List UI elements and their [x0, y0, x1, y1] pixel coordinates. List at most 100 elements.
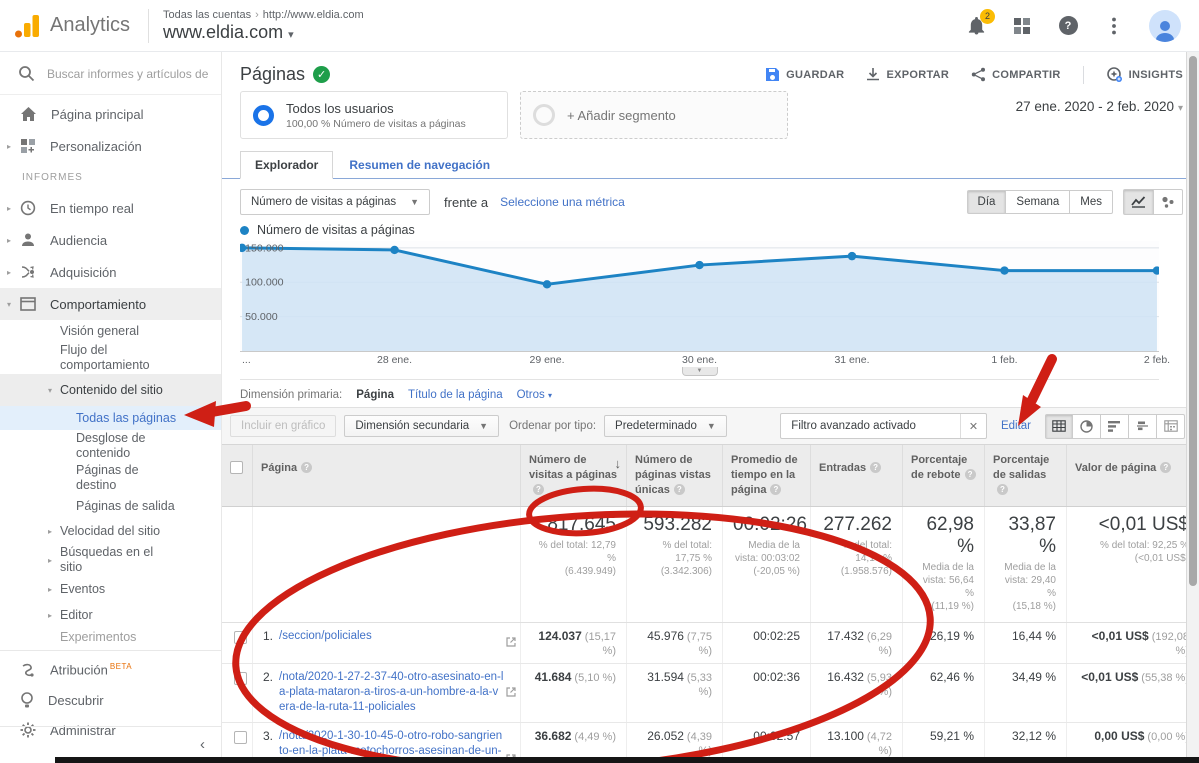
sidebar-item-personalizacion[interactable]: ▸ Personalización	[0, 130, 221, 162]
sidebar-item-todas-las-paginas[interactable]: Todas las páginas	[0, 406, 221, 430]
comparison-view-button[interactable]	[1129, 414, 1157, 439]
topbar-divider	[148, 9, 149, 43]
select-metric-link[interactable]: Seleccione una métrica	[500, 195, 625, 209]
dimension-otros[interactable]: Otros ▾	[517, 389, 552, 401]
behavior-window-icon	[20, 297, 36, 311]
clear-filter-button[interactable]: ✕	[960, 414, 986, 438]
column-avg-time[interactable]: Promedio de tiempo en la página?	[722, 445, 810, 506]
sidebar-item-desglose[interactable]: Desglose de contenido	[0, 430, 221, 462]
pie-chart-icon	[1080, 420, 1093, 433]
sidebar-search[interactable]: Buscar informes y artículos de	[0, 52, 221, 95]
column-page-value[interactable]: Valor de página?	[1066, 445, 1199, 506]
header-checkbox[interactable]	[230, 461, 243, 474]
column-entries[interactable]: Entradas?	[810, 445, 902, 506]
metric-dropdown[interactable]: Número de visitas a páginas▼	[240, 189, 430, 215]
add-segment-button[interactable]: + Añadir segmento	[520, 91, 788, 139]
help-tooltip-icon[interactable]: ?	[1160, 462, 1171, 473]
sidebar-item-contenido-del-sitio[interactable]: ▾ Contenido del sitio	[0, 374, 221, 406]
sidebar-item-velocidad[interactable]: ▸ Velocidad del sitio	[0, 518, 221, 544]
expand-arrow-icon: ▸	[48, 553, 52, 568]
sidebar-item-vision-general[interactable]: Visión general	[0, 320, 221, 342]
edit-filter-link[interactable]: Editar	[1001, 420, 1031, 432]
row-checkbox[interactable]	[234, 631, 247, 644]
sort-type-label: Ordenar por tipo:	[509, 420, 596, 432]
chart-legend: Número de visitas a páginas	[240, 223, 1159, 237]
column-unique-views[interactable]: Número de páginas vistas únicas?	[626, 445, 722, 506]
row-checkbox[interactable]	[234, 731, 247, 744]
page-link[interactable]: /seccion/policiales	[279, 629, 372, 657]
row-checkbox[interactable]	[234, 672, 247, 685]
granularity-week-button[interactable]: Semana	[1006, 190, 1070, 214]
more-menu-button[interactable]	[1103, 15, 1125, 37]
sidebar-item-audiencia[interactable]: ▸ Audiencia	[0, 224, 221, 256]
pivot-view-button[interactable]	[1157, 414, 1185, 439]
data-view-button[interactable]	[1045, 414, 1073, 439]
apps-grid-button[interactable]	[1011, 15, 1033, 37]
sidebar-collapse-button[interactable]: ‹	[200, 736, 205, 753]
segment-all-users[interactable]: Todos los usuarios 100,00 % Número de vi…	[240, 91, 508, 139]
tab-resumen-navegacion[interactable]: Resumen de navegación	[333, 152, 506, 178]
sidebar-item-comportamiento[interactable]: ▾ Comportamiento	[0, 288, 221, 320]
breadcrumb-separator: ›	[255, 9, 259, 21]
help-tooltip-icon[interactable]: ?	[301, 462, 312, 473]
save-button[interactable]: GUARDAR	[765, 67, 844, 82]
secondary-dimension-dropdown[interactable]: Dimensión secundaria▼	[344, 415, 499, 437]
sidebar-item-administrar[interactable]: Administrar	[0, 715, 221, 745]
sidebar-item-paginas-destino[interactable]: Páginas de destino	[0, 462, 221, 494]
column-exit[interactable]: Porcentaje de salidas?	[984, 445, 1066, 506]
sidebar-item-busquedas[interactable]: ▸ Búsquedas en el sitio	[0, 544, 221, 576]
sidebar-item-descubrir[interactable]: Descubrir	[0, 685, 221, 715]
sidebar-item-atribucion[interactable]: AtribuciónBETA	[0, 655, 221, 685]
external-link-icon[interactable]	[506, 636, 516, 650]
performance-view-button[interactable]	[1101, 414, 1129, 439]
avatar[interactable]	[1149, 10, 1181, 42]
granularity-day-button[interactable]: Día	[967, 190, 1007, 214]
sidebar-item-realtime[interactable]: ▸ En tiempo real	[0, 192, 221, 224]
sidebar-item-editor[interactable]: ▸ Editor	[0, 602, 221, 628]
sidebar-item-home[interactable]: Página principal	[0, 98, 221, 130]
sidebar-item-eventos[interactable]: ▸ Eventos	[0, 576, 221, 602]
help-tooltip-icon[interactable]: ?	[533, 484, 544, 495]
sidebar-item-flujo[interactable]: Flujo del comportamiento	[0, 342, 221, 374]
column-visits[interactable]: Número de visitas a páginas?↓	[520, 445, 626, 506]
help-tooltip-icon[interactable]: ?	[770, 484, 781, 495]
share-button[interactable]: COMPARTIR	[971, 67, 1061, 82]
tab-explorador[interactable]: Explorador	[240, 151, 333, 179]
page-link[interactable]: /nota/2020-1-27-2-37-40-otro-asesinato-e…	[279, 670, 504, 716]
vertical-scrollbar[interactable]	[1186, 52, 1199, 757]
help-tooltip-icon[interactable]: ?	[870, 462, 881, 473]
chart-plot-area[interactable]: 50.000100.000150.000	[240, 241, 1159, 351]
property-selector[interactable]: www.eldia.com▾	[163, 22, 364, 43]
sidebar-item-experimentos[interactable]: Experimentos	[0, 628, 221, 646]
data-quality-check-icon[interactable]: ✓	[313, 66, 330, 83]
insights-button[interactable]: INSIGHTS	[1106, 66, 1183, 83]
export-button[interactable]: EXPORTAR	[866, 67, 949, 82]
dimension-titulo-pagina[interactable]: Título de la página	[408, 389, 503, 401]
motion-chart-button[interactable]	[1153, 189, 1183, 215]
svg-text:100.000: 100.000	[245, 277, 284, 289]
help-button[interactable]: ?	[1057, 15, 1079, 37]
line-chart-button[interactable]	[1123, 189, 1153, 215]
dimension-pagina[interactable]: Página	[356, 389, 394, 401]
analytics-logo[interactable]: Analytics	[14, 13, 130, 39]
breadcrumb[interactable]: Todas las cuentas›http://www.eldia.com	[163, 9, 364, 21]
chart-expand-handle[interactable]: ▼	[682, 367, 718, 376]
help-tooltip-icon[interactable]: ?	[674, 484, 685, 495]
notifications-button[interactable]: 2	[965, 15, 987, 37]
external-link-icon[interactable]	[506, 686, 516, 700]
sidebar-item-paginas-salida[interactable]: Páginas de salida	[0, 494, 221, 518]
help-tooltip-icon[interactable]: ?	[965, 469, 976, 480]
date-range-selector[interactable]: 27 ene. 2020 - 2 feb. 2020▾	[1016, 99, 1183, 114]
granularity-month-button[interactable]: Mes	[1070, 190, 1113, 214]
help-tooltip-icon[interactable]: ?	[997, 484, 1008, 495]
account-block: Todas las cuentas›http://www.eldia.com w…	[163, 9, 364, 43]
percentage-view-button[interactable]	[1073, 414, 1101, 439]
sort-type-dropdown[interactable]: Predeterminado▼	[604, 415, 727, 437]
column-bounce[interactable]: Porcentaje de rebote?	[902, 445, 984, 506]
legend-dot-icon	[240, 226, 249, 235]
scrollbar-thumb[interactable]	[1189, 56, 1197, 586]
sidebar-item-adquisicion[interactable]: ▸ Adquisición	[0, 256, 221, 288]
filter-status-text: Filtro avanzado activado	[781, 420, 960, 432]
include-in-chart-button[interactable]: Incluir en gráfico	[230, 415, 336, 437]
cell-visits: 41.684(5,10 %)	[520, 664, 626, 722]
